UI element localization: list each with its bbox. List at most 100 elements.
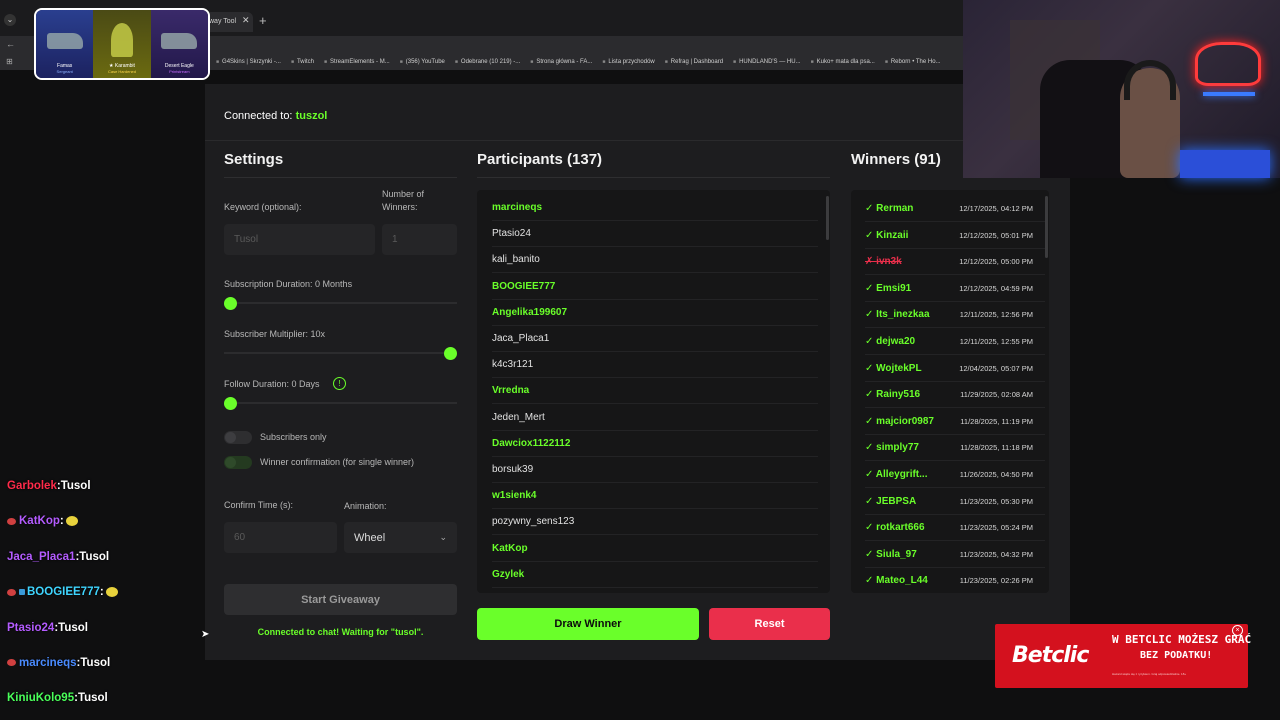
winner-row[interactable]: ✓ Kinzaii 12/12/2025, 05:01 PM — [865, 223, 1045, 249]
participant-row[interactable]: w1sienk4 — [492, 483, 818, 510]
multiplier-slider[interactable] — [224, 352, 457, 354]
winner-row[interactable]: ✓ Its_inezkaa 12/11/2025, 12:56 PM — [865, 302, 1045, 329]
bookmark-item[interactable]: StreamElements - M... — [324, 59, 390, 65]
check-icon: ✓ — [865, 362, 877, 374]
winner-username: Rerman — [876, 203, 914, 214]
bookmark-item[interactable]: Twitch — [291, 59, 314, 65]
chat-badge-icon — [7, 659, 16, 667]
bookmark-item[interactable]: Reborn • The Ho... — [885, 59, 941, 65]
participant-row[interactable]: borsuk39 — [492, 457, 818, 483]
winner-row[interactable]: ✓ simply77 11/28/2025, 11:18 PM — [865, 435, 1045, 462]
participant-row[interactable]: Ptasio24 — [492, 221, 818, 248]
winners-count-input[interactable]: 1 — [382, 224, 457, 255]
follow-duration-slider[interactable] — [224, 402, 457, 404]
sub-duration-knob[interactable] — [224, 297, 237, 310]
participants-list[interactable]: marcineqs Ptasio24 kali_banito BOOGIEE777 An… — [477, 190, 830, 593]
confirm-time-input[interactable]: 60 — [224, 522, 337, 553]
winner-row[interactable]: ✓ rotkart666 11/23/2025, 05:24 PM — [865, 515, 1045, 542]
winner-name: ✓ rotkart666 — [865, 515, 925, 541]
winner-name: ✓ Mateo_L44 — [865, 568, 928, 593]
keyword-input[interactable]: Tusol — [224, 224, 375, 255]
winner-username: Its_inezkaa — [876, 309, 930, 321]
sub-duration-label: Subscription Duration: 0 Months — [224, 279, 353, 289]
bookmark-item[interactable]: (356) YouTube — [400, 59, 445, 65]
chat-message: Jaca_Placa1:Tusol — [7, 551, 109, 563]
participant-row[interactable]: KatKop — [492, 536, 818, 562]
participant-row[interactable]: Angelika199607 — [492, 300, 818, 326]
back-arrow-icon[interactable]: ← — [6, 39, 15, 49]
winner-row[interactable]: ✓ majcior0987 11/28/2025, 11:19 PM — [865, 409, 1045, 435]
winner-row[interactable]: ✗ ivn3k 12/12/2025, 05:00 PM — [865, 249, 1045, 276]
winner-row[interactable]: ✓ Alleygrift... 11/26/2025, 04:50 PM — [865, 462, 1045, 488]
info-icon[interactable]: ! — [333, 377, 346, 390]
participants-scrollbar[interactable] — [826, 196, 829, 240]
bookmark-item[interactable]: Refrag | Dashboard — [665, 59, 723, 65]
start-giveaway-button[interactable]: Start Giveaway — [224, 584, 457, 615]
chat-text: Tusol — [60, 480, 91, 492]
multiplier-knob[interactable] — [444, 347, 457, 360]
draw-winner-button[interactable]: Draw Winner — [477, 608, 699, 640]
winner-timestamp: 12/12/2025, 05:00 PM — [959, 257, 1033, 267]
winner-username: Rainy516 — [876, 389, 921, 401]
participants-divider — [477, 177, 830, 178]
reset-button[interactable]: Reset — [709, 608, 830, 640]
ad-close-icon[interactable]: × — [1232, 625, 1243, 636]
participant-row[interactable]: Gzylek — [492, 562, 818, 588]
pistol-icon — [161, 33, 198, 49]
winner-row[interactable]: ✓ dejwa20 12/11/2025, 12:55 PM — [865, 329, 1045, 355]
participant-row[interactable]: k4c3r121 — [492, 352, 818, 379]
animation-select[interactable]: Wheel ⌄ — [344, 522, 457, 553]
winner-row[interactable]: ✓ Emsi91 12/12/2025, 04:59 PM — [865, 276, 1045, 302]
bookmark-item[interactable]: Odebrane (10 219) -... — [455, 59, 520, 65]
sub-duration-slider[interactable] — [224, 302, 457, 304]
apps-grid-icon[interactable]: ⊞ — [6, 57, 13, 66]
participants-title: Participants (137) — [477, 151, 603, 168]
participant-row[interactable]: Dawciox1122112 — [492, 431, 818, 457]
check-icon: ✓ — [865, 575, 877, 587]
tab-close-icon[interactable]: ✕ — [242, 15, 250, 26]
ad-headline: W BETCLIC MOŻESZ GRAĆ — [1112, 633, 1252, 646]
chat-username: KiniuKolo95 — [7, 692, 75, 705]
winner-name: ✓ Rainy516 — [865, 382, 920, 408]
bookmark-item[interactable]: Strona główna - FA... — [530, 59, 592, 65]
winner-row[interactable]: ✓ Rerman 12/17/2025, 04:12 PM — [865, 196, 1045, 222]
new-tab-plus-icon[interactable]: + — [259, 13, 267, 28]
winner-name: ✓ Its_inezkaa — [865, 302, 930, 328]
follow-duration-knob[interactable] — [224, 397, 237, 410]
check-icon: ✓ — [865, 229, 877, 241]
bookmark-item[interactable]: Lista przychodów — [602, 59, 654, 65]
winner-name: ✓ Kinzaii — [865, 223, 908, 249]
winner-row[interactable]: ✓ Siula_97 11/23/2025, 04:32 PM — [865, 542, 1045, 568]
subscribers-only-toggle[interactable] — [224, 431, 252, 444]
winner-timestamp: 12/11/2025, 12:56 PM — [959, 310, 1033, 320]
participant-row[interactable]: marcineqs — [492, 195, 818, 221]
animation-value: Wheel — [354, 531, 386, 544]
winner-username: rotkart666 — [876, 522, 925, 534]
winner-timestamp: 11/23/2025, 02:26 PM — [959, 576, 1033, 586]
participant-row[interactable]: BOOGIEE777 — [492, 274, 818, 300]
winner-timestamp: 12/12/2025, 04:59 PM — [959, 283, 1033, 293]
participant-row[interactable]: Vrredna — [492, 378, 818, 405]
bookmark-item[interactable]: HUNDLAND'S — HU... — [733, 59, 801, 65]
winner-timestamp: 11/23/2025, 05:24 PM — [959, 523, 1033, 533]
winner-row[interactable]: ✓ Mateo_L44 11/23/2025, 02:26 PM — [865, 568, 1045, 593]
winner-confirmation-toggle[interactable] — [224, 456, 252, 469]
bookmark-item[interactable]: G4Skins | Skrzynki -... — [216, 59, 281, 65]
winner-row[interactable]: ✓ WojtekPL 12/04/2025, 05:07 PM — [865, 356, 1045, 382]
skin-finish: Printstream — [169, 69, 190, 74]
participant-row[interactable]: pozywny_sens123 — [492, 509, 818, 536]
skin-karambit: ★ Karambit Case Hardened — [93, 10, 151, 78]
winner-row[interactable]: ✓ Rainy516 11/29/2025, 02:08 AM — [865, 382, 1045, 409]
winner-username: Kinzaii — [876, 229, 909, 241]
participant-row[interactable]: kali_banito — [492, 247, 818, 274]
tab-menu-chevron-icon[interactable]: ⌄ — [4, 14, 16, 26]
participant-row[interactable]: Jaca_Placa1 — [492, 326, 818, 352]
winner-timestamp: 11/23/2025, 05:30 PM — [959, 496, 1033, 506]
winner-name: ✓ Emsi91 — [865, 276, 911, 302]
winner-row[interactable]: ✓ JEBPSA 11/23/2025, 05:30 PM — [865, 489, 1045, 515]
follow-duration-label: Follow Duration: 0 Days — [224, 379, 320, 389]
winners-list[interactable]: ✓ Rerman 12/17/2025, 04:12 PM ✓ Kinzaii 12/… — [851, 190, 1049, 593]
participant-row[interactable]: Jeden_Mert — [492, 405, 818, 431]
bookmark-item[interactable]: Kuko+ mata dla psa... — [811, 59, 875, 65]
winners-scrollbar[interactable] — [1045, 196, 1048, 258]
